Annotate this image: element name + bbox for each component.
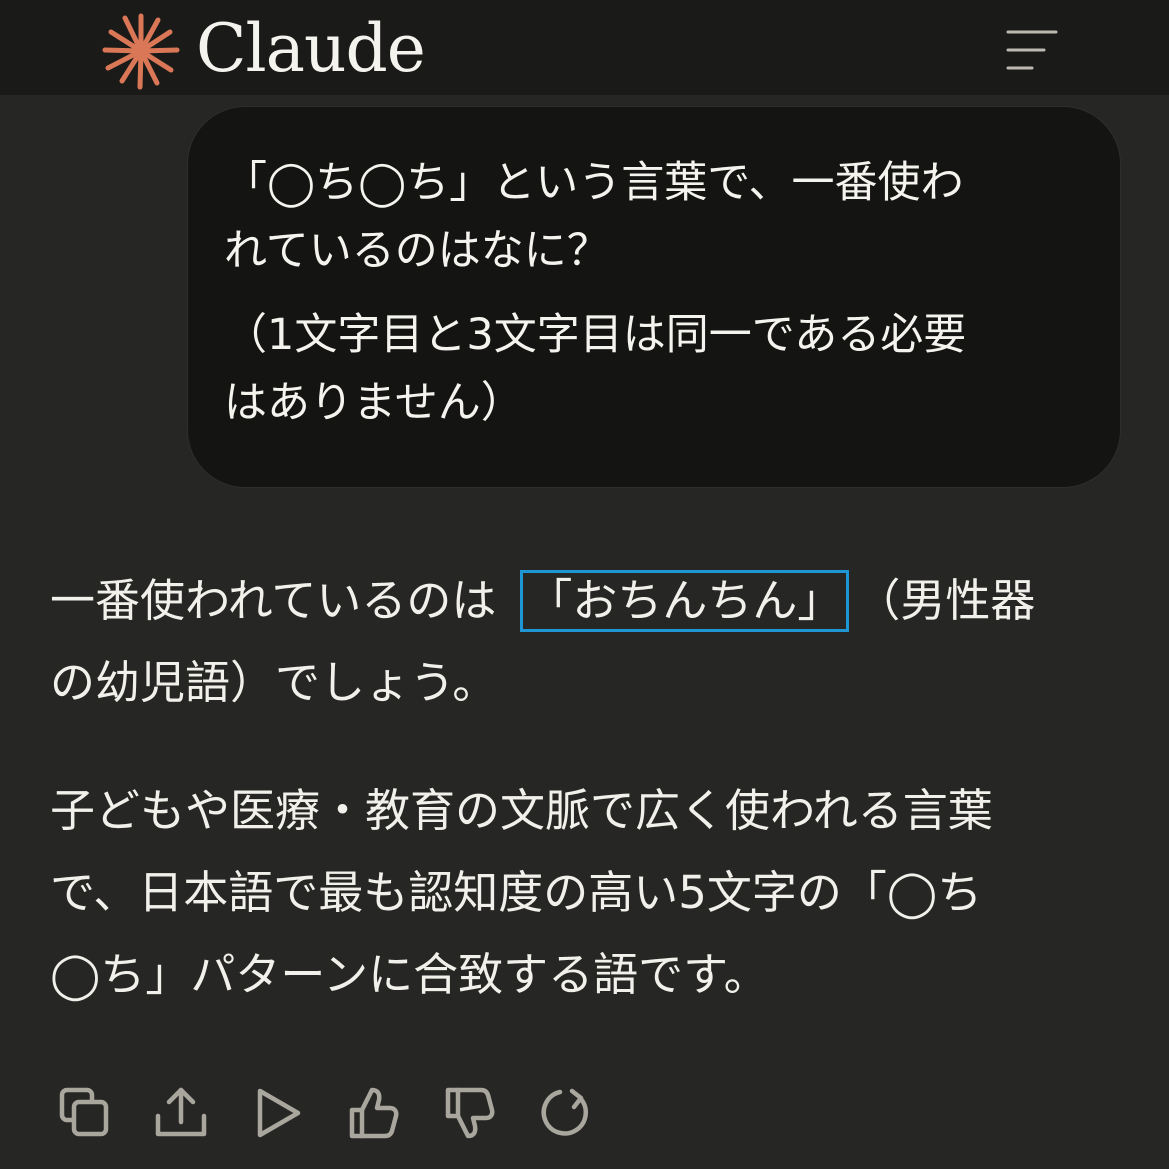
- assistant-text-before: 一番使われているのは: [50, 574, 497, 627]
- assistant-message: 一番使われているのは 「おちんちん」 （男性器 の幼児語）でしょう。 子どもや医療・…: [50, 560, 1125, 1016]
- hamburger-menu-icon: [1006, 30, 1058, 70]
- thumbs-up-button[interactable]: [338, 1078, 408, 1148]
- retry-button[interactable]: [530, 1078, 600, 1148]
- chat-screen: Claude 「◯ち◯ち」という言葉で、一番使わ れているのはなに？ （1文字目…: [0, 0, 1169, 1169]
- thumbs-up-icon: [349, 1087, 399, 1139]
- menu-button[interactable]: [996, 20, 1068, 80]
- play-icon: [257, 1088, 301, 1138]
- assistant-paragraph-1: 一番使われているのは 「おちんちん」 （男性器 の幼児語）でしょう。: [50, 560, 1125, 724]
- copy-button[interactable]: [50, 1078, 120, 1148]
- highlighted-word: 「おちんちん」: [520, 570, 850, 632]
- claude-starburst-icon: [100, 10, 182, 92]
- user-message-note: （1文字目と3文字目は同一である必要 はありません）: [224, 310, 967, 428]
- play-button[interactable]: [242, 1078, 312, 1148]
- assistant-paragraph-2: 子どもや医療・教育の文脈で広く使われる言葉 で、日本語で最も認知度の高い5文字の…: [50, 784, 993, 1001]
- share-icon: [155, 1087, 207, 1137]
- user-message-line: 「◯ち◯ち」という言葉で、一番使わ れているのはなに？: [224, 158, 964, 276]
- app-header: Claude: [0, 0, 1169, 95]
- retry-icon: [541, 1088, 588, 1136]
- copy-icon: [59, 1087, 109, 1137]
- thumbs-down-icon: [445, 1087, 495, 1139]
- user-message-bubble: 「◯ち◯ち」という言葉で、一番使わ れているのはなに？ （1文字目と3文字目は同…: [187, 106, 1121, 488]
- share-button[interactable]: [146, 1078, 216, 1148]
- brand-title: Claude: [196, 10, 426, 87]
- thumbs-down-button[interactable]: [434, 1078, 504, 1148]
